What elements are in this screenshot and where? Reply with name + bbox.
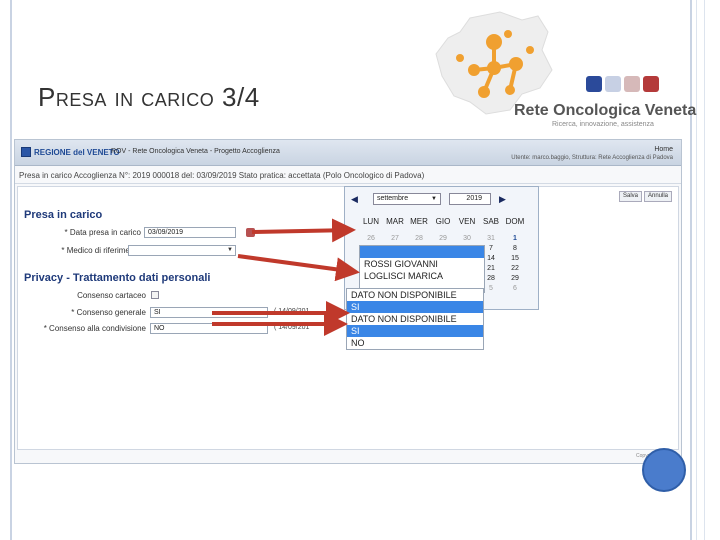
arrow-to-calendar — [251, 218, 356, 243]
arrow-to-medico-list — [237, 254, 360, 282]
slide-decoration-circle — [642, 448, 686, 492]
annotation-arrows — [212, 218, 360, 336]
